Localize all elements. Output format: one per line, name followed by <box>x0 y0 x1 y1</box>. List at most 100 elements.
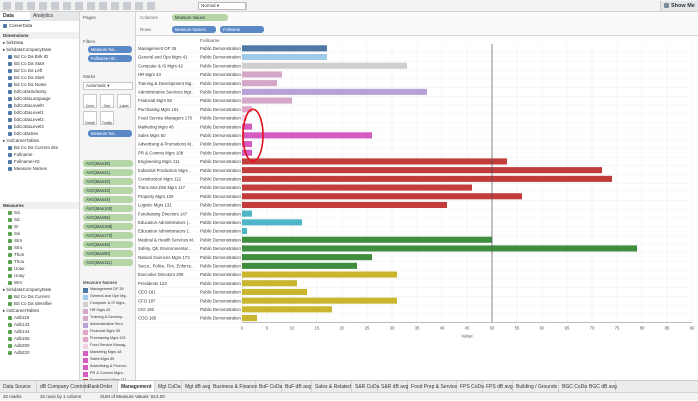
legend-label: Computer & IS Mgrs.. <box>90 301 127 305</box>
dimension-field[interactable]: bdCoDaLevel2 <box>0 116 79 123</box>
clear-icon[interactable] <box>75 2 83 10</box>
measure-field[interactable]: Bd Co Da Current <box>0 293 79 300</box>
dimension-field[interactable]: Bd Co Da Current dim <box>0 144 79 151</box>
measure-field[interactable]: Adb143 <box>0 321 79 328</box>
new-datasource-icon[interactable] <box>51 2 59 10</box>
measure-field[interactable]: Uoay <box>0 272 79 279</box>
measure-folder[interactable]: ▸ indCareerTables <box>0 307 79 314</box>
legend-swatch[interactable] <box>83 358 88 363</box>
legend-swatch[interactable] <box>83 309 88 314</box>
measure-field[interactable]: Bd Co Da Identifier <box>0 300 79 307</box>
legend-swatch[interactable] <box>83 302 88 307</box>
measure-field[interactable]: Adb144 <box>0 328 79 335</box>
mark-pill-measure-names[interactable]: Measure Na.. <box>88 130 132 137</box>
legend-swatch[interactable] <box>83 295 88 300</box>
dimension-field[interactable]: Fullname <box>0 151 79 158</box>
color-button[interactable]: Color <box>83 94 97 108</box>
mark-type-select[interactable]: Automatic ▾ <box>83 82 133 90</box>
bar <box>242 62 407 69</box>
detail-button[interactable]: Detail <box>83 111 97 125</box>
swap-icon[interactable] <box>87 2 95 10</box>
dimension-field[interactable]: Bd Co Da Notes <box>0 81 79 88</box>
tab-data[interactable]: Data <box>0 12 30 21</box>
legend-swatch[interactable] <box>83 372 88 377</box>
measure-value-pill[interactable]: AVG(Man50) <box>83 250 133 257</box>
measure-value-pill[interactable]: AVG(Man41) <box>83 169 133 176</box>
measure-value-pill[interactable]: AVG(Man168) <box>83 223 133 230</box>
undo-icon[interactable] <box>15 2 23 10</box>
dimension-field[interactable]: bdCoDaLevel3 <box>0 123 79 130</box>
legend-swatch[interactable] <box>83 323 88 328</box>
dimension-field[interactable]: Measure Names <box>0 165 79 172</box>
measure-field[interactable]: Adb155 <box>0 335 79 342</box>
dimension-field[interactable]: Bd Co Da Left <box>0 67 79 74</box>
sort-asc-icon[interactable] <box>99 2 107 10</box>
measure-value-pill[interactable]: AVG(Man111) <box>83 259 133 266</box>
dimension-field[interactable]: bdCoDaIndustry <box>0 88 79 95</box>
save-icon[interactable] <box>39 2 47 10</box>
show-me-button[interactable]: Show Me <box>660 1 698 11</box>
datasource-item[interactable]: CareerData <box>0 22 79 29</box>
measure-value-pill[interactable]: AVG(Man100) <box>83 205 133 212</box>
measure-field[interactable]: Sci <box>0 209 79 216</box>
legend-swatch[interactable] <box>83 330 88 335</box>
dimension-folder[interactable]: ▸ indCareerTables <box>0 137 79 144</box>
dimension-folder[interactable]: ▸ birkdataCompanyDate <box>0 46 79 53</box>
measure-field[interactable]: Adb200 <box>0 342 79 349</box>
measure-field[interactable]: Adb220 <box>0 349 79 356</box>
measure-value-pill[interactable]: AVG(Man35) <box>83 160 133 167</box>
rows-pill-measure-names[interactable]: Measure Names <box>172 26 216 33</box>
dimension-field[interactable]: Bd Co Da Birk ID <box>0 53 79 60</box>
size-button[interactable]: Size <box>100 94 114 108</box>
measure-field[interactable]: Sr <box>0 223 79 230</box>
dimension-folder[interactable]: ▸ birkData <box>0 39 79 46</box>
dimension-field[interactable]: bdCoDaLevel1 <box>0 109 79 116</box>
measure-value-pill[interactable]: AVG(Man48) <box>83 241 133 248</box>
redo-icon[interactable] <box>27 2 35 10</box>
columns-pill-measure-values[interactable]: Measure Values <box>172 14 228 21</box>
duplicate-sheet-icon[interactable] <box>63 2 71 10</box>
field-type-icon <box>8 82 12 87</box>
dimension-field[interactable]: Bd Co Da Start <box>0 60 79 67</box>
measure-value-pill[interactable]: AVG(Man42) <box>83 178 133 185</box>
measure-field[interactable]: Ssi <box>0 230 79 237</box>
legend-swatch[interactable] <box>83 288 88 293</box>
measure-value-pill[interactable]: AVG(Man170) <box>83 232 133 239</box>
measure-field[interactable]: Uoax <box>0 265 79 272</box>
sort-desc-icon[interactable] <box>111 2 119 10</box>
measure-value-pill[interactable]: AVG(Man43) <box>83 187 133 194</box>
dimension-field[interactable]: bdCoDaLanguage <box>0 95 79 102</box>
measure-field[interactable]: Wm <box>0 279 79 286</box>
measure-field[interactable]: Thou <box>0 258 79 265</box>
fix-axes-icon[interactable] <box>147 2 155 10</box>
dimension-field[interactable]: Bd Co Da Start <box>0 74 79 81</box>
menu-icon[interactable] <box>3 2 11 10</box>
field-type-icon <box>8 166 12 171</box>
legend-swatch[interactable] <box>83 337 88 342</box>
dimension-field[interactable]: Fullname+ID <box>0 158 79 165</box>
fit-select[interactable]: Normal ▾ <box>198 2 246 10</box>
filter-pill-measure-names[interactable]: Measure Na.. <box>88 46 132 53</box>
tooltip-button[interactable]: Tooltip <box>100 111 114 125</box>
bar-chart[interactable]: Fullname Management OF 35 Public Demonstra… <box>136 36 698 380</box>
dimension-field[interactable]: bdCoDaLevel0 <box>0 102 79 109</box>
measure-field[interactable]: Stru <box>0 244 79 251</box>
legend-swatch[interactable] <box>83 365 88 370</box>
label-icon[interactable] <box>135 2 143 10</box>
measure-value-pill[interactable]: AVG(Man55) <box>83 214 133 221</box>
legend-swatch[interactable] <box>83 316 88 321</box>
legend-swatch[interactable] <box>83 344 88 349</box>
label-button[interactable]: Label <box>117 94 131 108</box>
measure-field[interactable]: Strn <box>0 237 79 244</box>
tab-analytics[interactable]: Analytics <box>30 12 79 21</box>
legend-swatch[interactable] <box>83 351 88 356</box>
measure-field[interactable]: Sd <box>0 216 79 223</box>
measure-field[interactable]: Adb119 <box>0 314 79 321</box>
measure-field[interactable]: Thon <box>0 251 79 258</box>
filter-pill-fullname-id[interactable]: Fullname+ID .. <box>88 55 132 62</box>
dimension-field[interactable]: bdCoDaSex <box>0 130 79 137</box>
measure-folder[interactable]: ▸ birkdataCompanyDate <box>0 286 79 293</box>
rows-pill-fullname[interactable]: Fullname <box>220 26 264 33</box>
group-icon[interactable] <box>123 2 131 10</box>
measure-value-pill[interactable]: AVG(Man44) <box>83 196 133 203</box>
